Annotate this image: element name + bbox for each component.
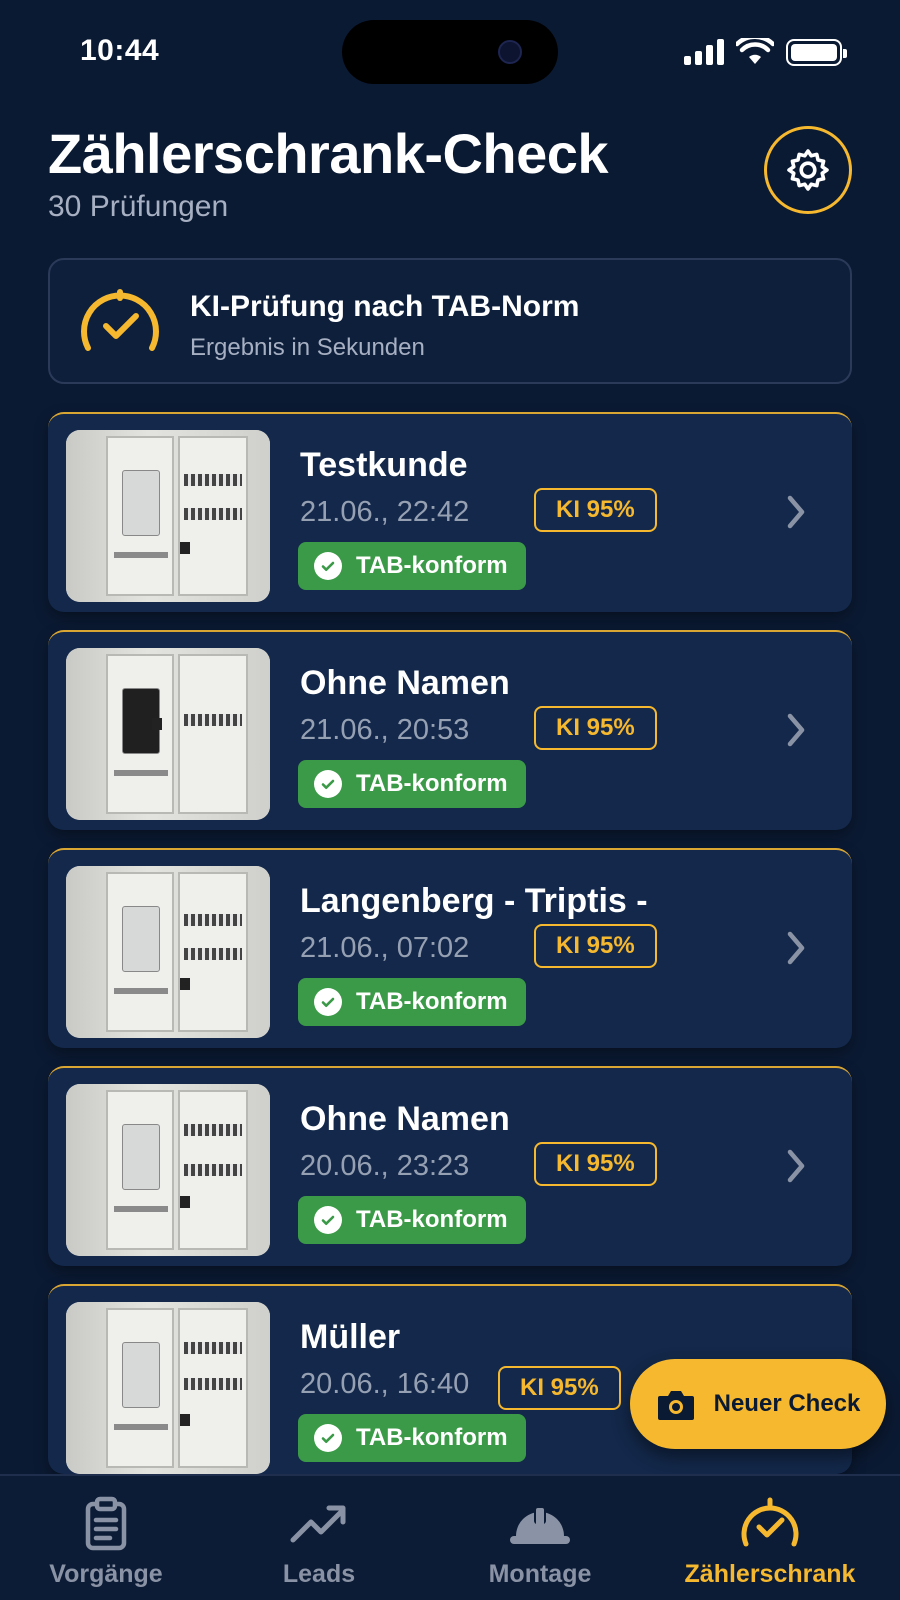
status-time: 10:44 [80, 34, 160, 67]
check-circle-icon [314, 770, 342, 798]
tab-zaehlerschrank[interactable]: Zählerschrank [670, 1496, 870, 1589]
customer-name: Müller [300, 1318, 401, 1356]
tab-leads[interactable]: Leads [219, 1496, 419, 1589]
new-check-button[interactable]: Neuer Check [630, 1359, 886, 1449]
status-bar: 10:44 [0, 0, 900, 100]
ai-confidence-badge: KI 95% [534, 924, 657, 968]
cellular-signal-icon [684, 39, 724, 65]
meter-cabinet-photo [66, 430, 270, 602]
chevron-right-icon [787, 1149, 805, 1183]
check-date: 20.06., 23:23 [300, 1150, 470, 1182]
tab-label: Zählerschrank [684, 1560, 856, 1588]
info-card-subtitle: Ergebnis in Sekunden [190, 334, 425, 361]
meter-cabinet-photo [66, 866, 270, 1038]
clipboard-icon [85, 1496, 127, 1551]
ai-check-info-card: KI-Prüfung nach TAB-Norm Ergebnis in Sek… [48, 258, 852, 384]
tab-label: Vorgänge [49, 1560, 163, 1588]
ai-confidence-badge: KI 95% [534, 488, 657, 532]
check-circle-icon [314, 552, 342, 580]
customer-name: Testkunde [300, 446, 468, 484]
gauge-check-icon [741, 1497, 799, 1547]
bottom-tab-bar: Vorgänge Leads Montage Zählerschrank [0, 1474, 900, 1600]
status-icons [684, 38, 847, 66]
customer-name: Ohne Namen [300, 664, 510, 702]
dynamic-island [342, 20, 558, 84]
tab-label: Leads [282, 1560, 356, 1588]
info-card-icon [76, 282, 164, 367]
check-circle-icon [314, 988, 342, 1016]
check-date: 20.06., 16:40 [300, 1368, 470, 1400]
camera-lens [498, 40, 522, 64]
status-badge: TAB-konform [298, 1196, 526, 1244]
meter-cabinet-photo [66, 648, 270, 820]
check-circle-icon [314, 1206, 342, 1234]
status-badge: TAB-konform [298, 1414, 526, 1462]
status-label: TAB-konform [356, 1206, 508, 1233]
status-label: TAB-konform [356, 1424, 508, 1451]
page-header: Zählerschrank-Check 30 Prüfungen [48, 122, 609, 224]
customer-name: Ohne Namen [300, 1100, 510, 1138]
check-count: 30 Prüfungen [48, 190, 229, 223]
tab-vorgaenge[interactable]: Vorgänge [6, 1496, 206, 1589]
ai-confidence-badge: KI 95% [498, 1366, 621, 1410]
status-label: TAB-konform [356, 770, 508, 797]
gear-icon [787, 149, 829, 191]
meter-cabinet-photo [66, 1084, 270, 1256]
new-check-label: Neuer Check [713, 1390, 861, 1417]
wifi-icon [736, 38, 774, 64]
check-list-item[interactable]: Ohne Namen 20.06., 23:23 KI 95% TAB-konf… [48, 1066, 852, 1266]
check-date: 21.06., 20:53 [300, 714, 470, 746]
check-list-item[interactable]: Ohne Namen 21.06., 20:53 KI 95% TAB-konf… [48, 630, 852, 830]
check-list-item[interactable]: Testkunde 21.06., 22:42 KI 95% TAB-konfo… [48, 412, 852, 612]
status-badge: TAB-konform [298, 760, 526, 808]
trend-up-icon [290, 1505, 346, 1543]
page-title: Zählerschrank-Check [48, 122, 609, 185]
status-label: TAB-konform [356, 988, 508, 1015]
ai-confidence-badge: KI 95% [534, 1142, 657, 1186]
camera-icon [657, 1391, 694, 1420]
info-card-title: KI-Prüfung nach TAB-Norm [190, 290, 580, 323]
status-badge: TAB-konform [298, 542, 526, 590]
battery-icon [786, 38, 847, 66]
tab-montage[interactable]: Montage [440, 1496, 640, 1589]
chevron-right-icon [787, 713, 805, 747]
meter-cabinet-photo [66, 1302, 270, 1474]
chevron-right-icon [787, 931, 805, 965]
check-date: 21.06., 22:42 [300, 496, 470, 528]
status-label: TAB-konform [356, 552, 508, 579]
chevron-right-icon [787, 495, 805, 529]
check-date: 21.06., 07:02 [300, 932, 470, 964]
hard-hat-icon [510, 1506, 570, 1544]
customer-name: Langenberg - Triptis - [300, 882, 648, 920]
gauge-check-icon [81, 289, 159, 351]
check-circle-icon [314, 1424, 342, 1452]
tab-label: Montage [488, 1560, 592, 1588]
settings-button[interactable] [764, 126, 852, 214]
check-list-item[interactable]: Langenberg - Triptis - 21.06., 07:02 KI … [48, 848, 852, 1048]
status-badge: TAB-konform [298, 978, 526, 1026]
ai-confidence-badge: KI 95% [534, 706, 657, 750]
